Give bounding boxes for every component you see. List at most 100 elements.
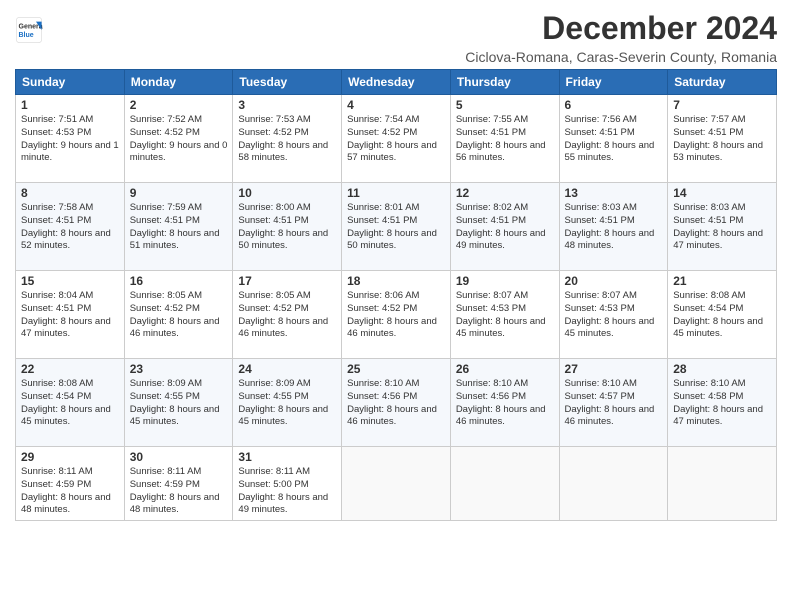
day-detail: Sunrise: 8:10 AMSunset: 4:57 PMDaylight:… [565, 378, 655, 427]
day-detail: Sunrise: 8:10 AMSunset: 4:58 PMDaylight:… [673, 378, 763, 427]
day-detail: Sunrise: 7:54 AMSunset: 4:52 PMDaylight:… [347, 114, 437, 163]
col-saturday: Saturday [668, 70, 777, 95]
calendar-cell: 28 Sunrise: 8:10 AMSunset: 4:58 PMDaylig… [668, 359, 777, 447]
calendar-cell [668, 447, 777, 521]
calendar-cell: 10 Sunrise: 8:00 AMSunset: 4:51 PMDaylig… [233, 183, 342, 271]
calendar-cell: 19 Sunrise: 8:07 AMSunset: 4:53 PMDaylig… [450, 271, 559, 359]
calendar-cell: 14 Sunrise: 8:03 AMSunset: 4:51 PMDaylig… [668, 183, 777, 271]
calendar-cell: 23 Sunrise: 8:09 AMSunset: 4:55 PMDaylig… [124, 359, 233, 447]
day-number: 24 [238, 362, 336, 376]
calendar-cell [342, 447, 451, 521]
calendar-cell: 20 Sunrise: 8:07 AMSunset: 4:53 PMDaylig… [559, 271, 668, 359]
calendar-cell: 22 Sunrise: 8:08 AMSunset: 4:54 PMDaylig… [16, 359, 125, 447]
page-subtitle: Ciclova-Romana, Caras-Severin County, Ro… [465, 49, 777, 65]
calendar-cell [559, 447, 668, 521]
day-number: 5 [456, 98, 554, 112]
col-friday: Friday [559, 70, 668, 95]
day-number: 4 [347, 98, 445, 112]
calendar-cell: 27 Sunrise: 8:10 AMSunset: 4:57 PMDaylig… [559, 359, 668, 447]
calendar-cell: 29 Sunrise: 8:11 AMSunset: 4:59 PMDaylig… [16, 447, 125, 521]
day-detail: Sunrise: 8:09 AMSunset: 4:55 PMDaylight:… [238, 378, 328, 427]
day-number: 13 [565, 186, 663, 200]
calendar-cell: 13 Sunrise: 8:03 AMSunset: 4:51 PMDaylig… [559, 183, 668, 271]
col-tuesday: Tuesday [233, 70, 342, 95]
day-number: 6 [565, 98, 663, 112]
day-detail: Sunrise: 8:05 AMSunset: 4:52 PMDaylight:… [130, 290, 220, 339]
day-number: 29 [21, 450, 119, 464]
day-detail: Sunrise: 7:58 AMSunset: 4:51 PMDaylight:… [21, 202, 111, 251]
day-number: 26 [456, 362, 554, 376]
day-number: 22 [21, 362, 119, 376]
day-number: 14 [673, 186, 771, 200]
day-number: 3 [238, 98, 336, 112]
col-wednesday: Wednesday [342, 70, 451, 95]
day-detail: Sunrise: 8:10 AMSunset: 4:56 PMDaylight:… [456, 378, 546, 427]
calendar-cell: 21 Sunrise: 8:08 AMSunset: 4:54 PMDaylig… [668, 271, 777, 359]
day-number: 9 [130, 186, 228, 200]
day-detail: Sunrise: 7:57 AMSunset: 4:51 PMDaylight:… [673, 114, 763, 163]
day-detail: Sunrise: 8:11 AMSunset: 4:59 PMDaylight:… [130, 466, 220, 515]
day-detail: Sunrise: 7:59 AMSunset: 4:51 PMDaylight:… [130, 202, 220, 251]
calendar-cell: 8 Sunrise: 7:58 AMSunset: 4:51 PMDayligh… [16, 183, 125, 271]
day-detail: Sunrise: 8:01 AMSunset: 4:51 PMDaylight:… [347, 202, 437, 251]
calendar-cell: 6 Sunrise: 7:56 AMSunset: 4:51 PMDayligh… [559, 95, 668, 183]
calendar-cell: 24 Sunrise: 8:09 AMSunset: 4:55 PMDaylig… [233, 359, 342, 447]
day-detail: Sunrise: 8:11 AMSunset: 4:59 PMDaylight:… [21, 466, 111, 515]
calendar-cell: 17 Sunrise: 8:05 AMSunset: 4:52 PMDaylig… [233, 271, 342, 359]
calendar-cell: 15 Sunrise: 8:04 AMSunset: 4:51 PMDaylig… [16, 271, 125, 359]
day-number: 25 [347, 362, 445, 376]
title-block: December 2024 Ciclova-Romana, Caras-Seve… [465, 10, 777, 65]
calendar-cell: 25 Sunrise: 8:10 AMSunset: 4:56 PMDaylig… [342, 359, 451, 447]
calendar-cell: 7 Sunrise: 7:57 AMSunset: 4:51 PMDayligh… [668, 95, 777, 183]
day-detail: Sunrise: 8:06 AMSunset: 4:52 PMDaylight:… [347, 290, 437, 339]
day-detail: Sunrise: 7:52 AMSunset: 4:52 PMDaylight:… [130, 114, 228, 163]
day-number: 11 [347, 186, 445, 200]
day-detail: Sunrise: 7:51 AMSunset: 4:53 PMDaylight:… [21, 114, 119, 163]
day-number: 16 [130, 274, 228, 288]
day-detail: Sunrise: 8:00 AMSunset: 4:51 PMDaylight:… [238, 202, 328, 251]
day-number: 23 [130, 362, 228, 376]
calendar-header-row: Sunday Monday Tuesday Wednesday Thursday… [16, 70, 777, 95]
day-detail: Sunrise: 8:07 AMSunset: 4:53 PMDaylight:… [456, 290, 546, 339]
day-number: 10 [238, 186, 336, 200]
calendar-cell: 5 Sunrise: 7:55 AMSunset: 4:51 PMDayligh… [450, 95, 559, 183]
day-detail: Sunrise: 8:09 AMSunset: 4:55 PMDaylight:… [130, 378, 220, 427]
day-number: 2 [130, 98, 228, 112]
calendar-cell [450, 447, 559, 521]
day-number: 19 [456, 274, 554, 288]
col-monday: Monday [124, 70, 233, 95]
calendar-cell: 3 Sunrise: 7:53 AMSunset: 4:52 PMDayligh… [233, 95, 342, 183]
page-title: December 2024 [465, 10, 777, 47]
day-number: 28 [673, 362, 771, 376]
day-detail: Sunrise: 8:10 AMSunset: 4:56 PMDaylight:… [347, 378, 437, 427]
day-detail: Sunrise: 8:08 AMSunset: 4:54 PMDaylight:… [673, 290, 763, 339]
calendar-cell: 11 Sunrise: 8:01 AMSunset: 4:51 PMDaylig… [342, 183, 451, 271]
day-number: 17 [238, 274, 336, 288]
day-number: 7 [673, 98, 771, 112]
calendar-table: Sunday Monday Tuesday Wednesday Thursday… [15, 69, 777, 521]
calendar-cell: 31 Sunrise: 8:11 AMSunset: 5:00 PMDaylig… [233, 447, 342, 521]
calendar-cell: 30 Sunrise: 8:11 AMSunset: 4:59 PMDaylig… [124, 447, 233, 521]
day-number: 27 [565, 362, 663, 376]
calendar-cell: 26 Sunrise: 8:10 AMSunset: 4:56 PMDaylig… [450, 359, 559, 447]
day-number: 8 [21, 186, 119, 200]
logo: General Blue [15, 16, 47, 44]
calendar-cell: 4 Sunrise: 7:54 AMSunset: 4:52 PMDayligh… [342, 95, 451, 183]
day-detail: Sunrise: 8:07 AMSunset: 4:53 PMDaylight:… [565, 290, 655, 339]
col-thursday: Thursday [450, 70, 559, 95]
day-detail: Sunrise: 7:55 AMSunset: 4:51 PMDaylight:… [456, 114, 546, 163]
day-detail: Sunrise: 8:02 AMSunset: 4:51 PMDaylight:… [456, 202, 546, 251]
day-detail: Sunrise: 8:04 AMSunset: 4:51 PMDaylight:… [21, 290, 111, 339]
calendar-cell: 18 Sunrise: 8:06 AMSunset: 4:52 PMDaylig… [342, 271, 451, 359]
calendar-cell: 16 Sunrise: 8:05 AMSunset: 4:52 PMDaylig… [124, 271, 233, 359]
day-detail: Sunrise: 8:05 AMSunset: 4:52 PMDaylight:… [238, 290, 328, 339]
day-number: 31 [238, 450, 336, 464]
day-detail: Sunrise: 8:03 AMSunset: 4:51 PMDaylight:… [565, 202, 655, 251]
day-number: 18 [347, 274, 445, 288]
day-detail: Sunrise: 8:03 AMSunset: 4:51 PMDaylight:… [673, 202, 763, 251]
day-number: 21 [673, 274, 771, 288]
day-detail: Sunrise: 8:11 AMSunset: 5:00 PMDaylight:… [238, 466, 328, 515]
svg-text:Blue: Blue [19, 32, 34, 39]
day-number: 20 [565, 274, 663, 288]
calendar-page: General Blue December 2024 Ciclova-Roman… [0, 0, 792, 612]
